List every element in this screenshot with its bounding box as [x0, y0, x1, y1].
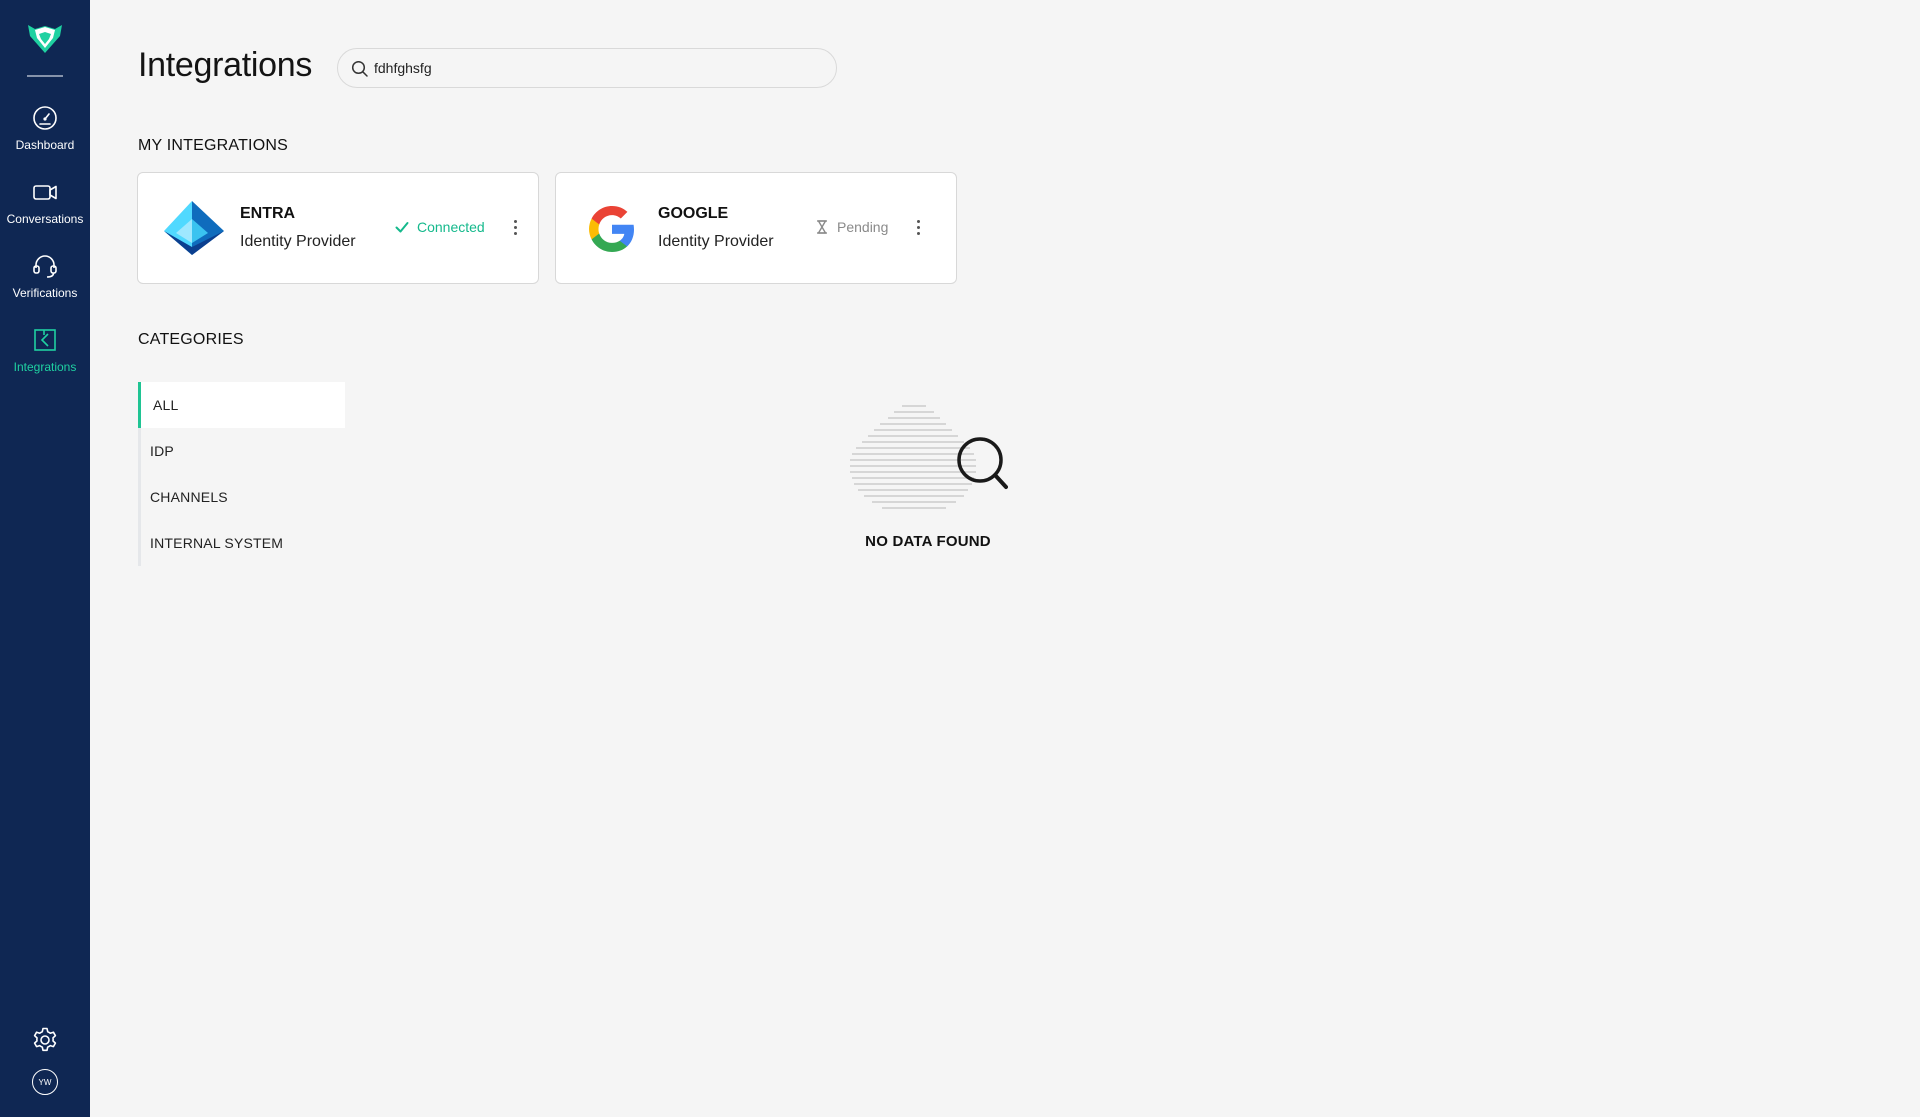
- integration-name: ENTRA: [240, 205, 296, 222]
- sidebar-item-label: Dashboard: [15, 138, 75, 152]
- video-camera-icon: [33, 185, 57, 200]
- empty-state-text: NO DATA FOUND: [865, 533, 991, 550]
- page-title: Integrations: [138, 46, 313, 84]
- integration-name: GOOGLE: [658, 205, 729, 222]
- search-icon: [351, 60, 368, 77]
- category-item-channels[interactable]: CHANNELS: [138, 474, 345, 520]
- google-logo-icon: [589, 206, 634, 252]
- integration-card-entra[interactable]: ENTRA Identity Provider Connected: [137, 172, 539, 284]
- sidebar-item-label: Verifications: [12, 286, 78, 300]
- hourglass-icon: [817, 220, 827, 234]
- sidebar-item-label: Conversations: [6, 212, 84, 226]
- avatar[interactable]: YW: [32, 1069, 58, 1095]
- category-list: ALL IDP CHANNELS INTERNAL SYSTEM: [138, 382, 345, 566]
- sidebar-divider: [27, 75, 63, 77]
- my-integrations-heading: MY INTEGRATIONS: [138, 137, 288, 154]
- sidebar: Dashboard Conversations Verifications In…: [0, 0, 90, 1117]
- integration-type: Identity Provider: [240, 233, 356, 250]
- more-options-icon[interactable]: [509, 215, 521, 239]
- sidebar-item-label: Integrations: [13, 360, 77, 374]
- sidebar-item-conversations[interactable]: Conversations: [0, 174, 90, 240]
- sidebar-item-dashboard[interactable]: Dashboard: [0, 100, 90, 166]
- category-item-internal-system[interactable]: INTERNAL SYSTEM: [138, 520, 345, 566]
- headset-icon: [33, 255, 57, 278]
- sidebar-item-integrations[interactable]: Integrations: [0, 322, 90, 388]
- category-item-idp[interactable]: IDP: [138, 428, 345, 474]
- sidebar-item-verifications[interactable]: Verifications: [0, 248, 90, 314]
- search-input[interactable]: [374, 51, 814, 85]
- dashboard-gauge-icon: [33, 106, 57, 130]
- entra-logo-icon: [164, 201, 224, 255]
- status-label: Connected: [417, 219, 485, 235]
- check-icon: [395, 222, 409, 233]
- status-badge: Pending: [814, 219, 888, 235]
- categories-heading: CATEGORIES: [138, 331, 244, 348]
- category-item-all[interactable]: ALL: [138, 382, 345, 428]
- integration-card-google[interactable]: GOOGLE Identity Provider Pending: [555, 172, 957, 284]
- status-label: Pending: [837, 219, 889, 235]
- gear-icon[interactable]: [31, 1026, 59, 1054]
- integrations-icon: [34, 329, 56, 351]
- more-options-icon[interactable]: [912, 215, 924, 239]
- integration-type: Identity Provider: [658, 233, 774, 250]
- status-badge: Connected: [394, 219, 485, 235]
- no-data-illustration-icon: [850, 405, 1008, 509]
- brand-logo-icon[interactable]: [26, 22, 64, 54]
- search-box: [337, 48, 837, 88]
